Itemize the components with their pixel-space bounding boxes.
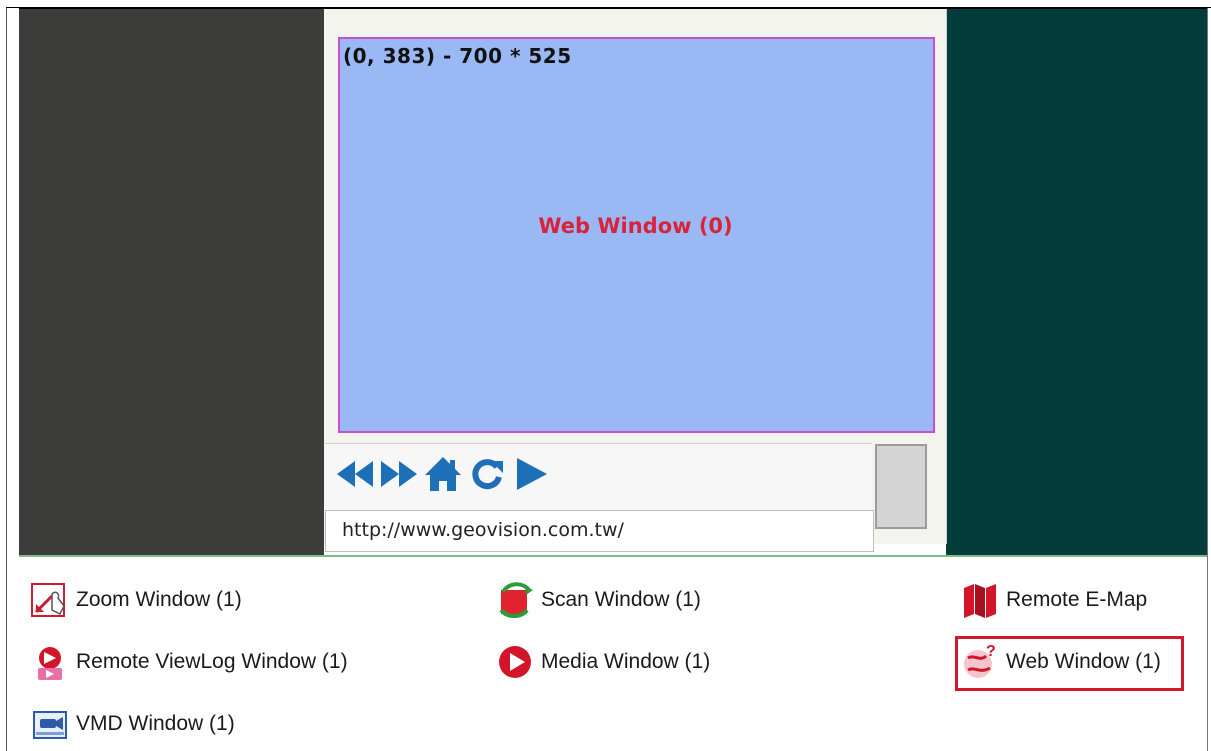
web-globe-icon: ? bbox=[960, 642, 1000, 682]
frame-right-border bbox=[1207, 8, 1211, 751]
right-video-panel bbox=[946, 9, 1207, 556]
web-window-item[interactable]: ? Web Window (1) bbox=[960, 642, 1161, 682]
panel-separator bbox=[19, 555, 1207, 557]
play-icon[interactable] bbox=[511, 453, 551, 495]
left-video-panel bbox=[19, 9, 324, 556]
zoom-window-icon bbox=[30, 580, 70, 620]
media-window-label: Media Window (1) bbox=[541, 650, 711, 673]
frame-left-border bbox=[6, 8, 19, 751]
remote-viewlog-item[interactable]: Remote ViewLog Window (1) bbox=[30, 642, 348, 682]
scan-window-icon bbox=[495, 580, 535, 620]
web-window-item-label: Web Window (1) bbox=[1006, 650, 1161, 673]
media-play-icon bbox=[495, 642, 535, 682]
remote-viewlog-icon bbox=[30, 642, 70, 682]
url-text: http://www.geovision.com.tw/ bbox=[342, 519, 624, 541]
side-scroll-box[interactable] bbox=[875, 444, 927, 529]
vmd-window-item[interactable]: VMD Window (1) bbox=[30, 704, 235, 744]
window-coordinates: (0, 383) - 700 * 525 bbox=[343, 44, 572, 68]
scan-window-label: Scan Window (1) bbox=[541, 588, 701, 611]
remote-emap-label: Remote E-Map bbox=[1006, 588, 1148, 611]
remote-viewlog-label: Remote ViewLog Window (1) bbox=[76, 650, 348, 673]
browser-nav-buttons bbox=[335, 453, 551, 495]
svg-text:?: ? bbox=[986, 643, 996, 660]
forward-icon[interactable] bbox=[379, 453, 419, 495]
media-window-item[interactable]: Media Window (1) bbox=[495, 642, 710, 682]
home-icon[interactable] bbox=[423, 453, 463, 495]
map-icon bbox=[960, 580, 1000, 620]
zoom-window-item[interactable]: Zoom Window (1) bbox=[30, 580, 242, 620]
back-icon[interactable] bbox=[335, 453, 375, 495]
app-frame: (0, 383) - 700 * 525 Web Window (0) http… bbox=[0, 0, 1211, 751]
scan-window-item[interactable]: Scan Window (1) bbox=[495, 580, 701, 620]
remote-emap-item[interactable]: Remote E-Map bbox=[960, 580, 1147, 620]
zoom-window-label: Zoom Window (1) bbox=[76, 588, 242, 611]
vmd-window-label: VMD Window (1) bbox=[76, 712, 235, 735]
vmd-camera-icon bbox=[30, 704, 70, 744]
refresh-icon[interactable] bbox=[467, 453, 507, 495]
web-window-label: Web Window (0) bbox=[538, 214, 733, 238]
url-field[interactable]: http://www.geovision.com.tw/ bbox=[325, 510, 874, 552]
